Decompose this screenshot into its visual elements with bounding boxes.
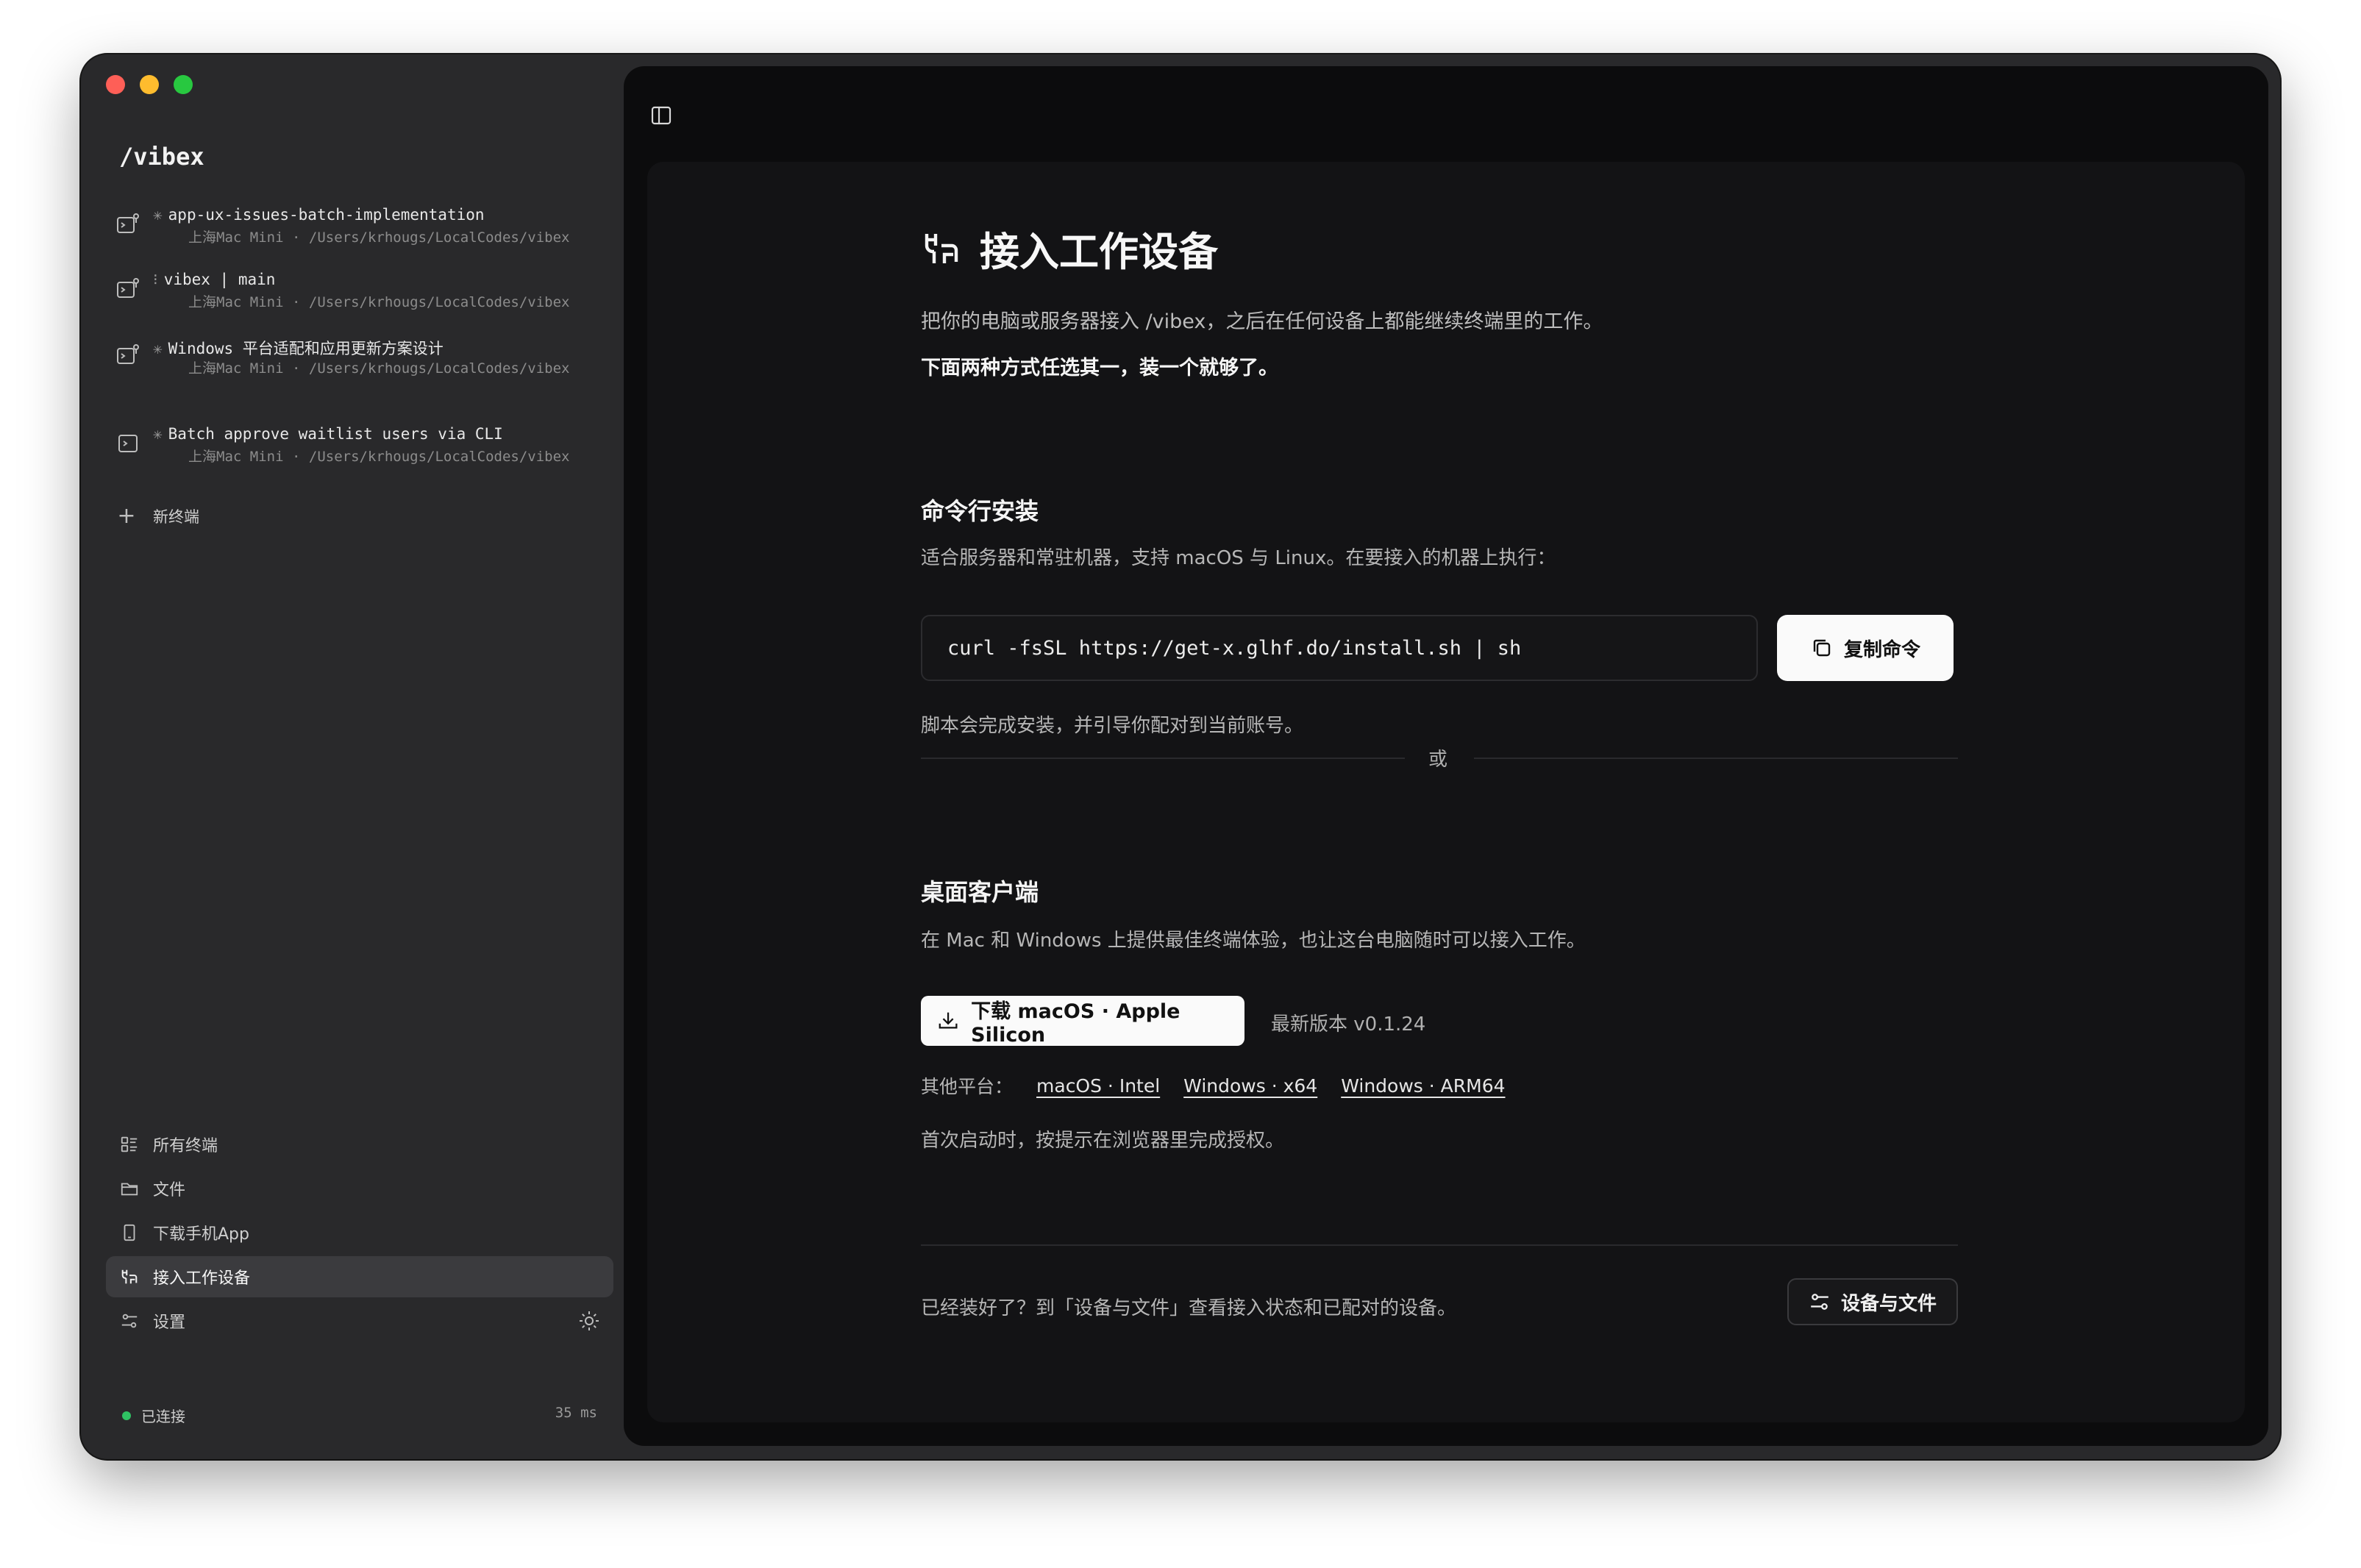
new-terminal-button[interactable]: + 新终端 <box>116 503 199 529</box>
nav-connect-device[interactable]: 接入工作设备 <box>106 1256 613 1297</box>
page-title-text: 接入工作设备 <box>980 229 1218 275</box>
download-macos-button[interactable]: 下载 macOS · Apple Silicon <box>921 996 1244 1047</box>
terminal-branch-icon <box>117 278 139 298</box>
platform-link-windows-arm64[interactable]: Windows · ARM64 <box>1341 1075 1505 1097</box>
session-host: 上海Mac Mini <box>188 449 284 465</box>
nav-label: 接入工作设备 <box>153 1269 251 1288</box>
session-title: Windows 平台适配和应用更新方案设计 <box>168 340 444 357</box>
download-macos-label: 下载 macOS · Apple Silicon <box>971 1000 1180 1047</box>
cli-section-desc: 适合服务器和常驻机器，支持 macOS 与 Linux。在要接入的机器上执行： <box>921 547 1556 569</box>
sidebar-toggle-icon[interactable] <box>650 104 672 126</box>
session-host: 上海Mac Mini <box>188 360 284 377</box>
theme-toggle-sun-icon[interactable] <box>578 1310 600 1332</box>
phone-icon <box>119 1222 140 1243</box>
list-icon <box>119 1134 140 1155</box>
session-status-mark: ⁝ <box>153 271 158 288</box>
meta-separator: · <box>291 294 301 310</box>
connect-device-icon <box>925 233 958 263</box>
session-title: vibex | main <box>163 271 276 288</box>
platform-link-macos-intel[interactable]: macOS · Intel <box>1036 1075 1160 1097</box>
session-title: Batch approve waitlist users via CLI <box>168 425 503 443</box>
app-brand: /vibex <box>119 143 204 171</box>
nav-label: 文件 <box>153 1181 186 1200</box>
nav-files[interactable]: 文件 <box>106 1168 613 1209</box>
session-path: /Users/krhougs/LocalCodes/vibex <box>308 360 570 377</box>
session-status-mark: ✳ <box>153 425 163 443</box>
footer-divider <box>921 1244 1958 1246</box>
page-lead: 把你的电脑或服务器接入 /vibex，之后在任何设备上都能继续终端里的工作。 <box>921 310 1603 333</box>
install-command-box[interactable]: curl -fsSL https://get-x.glhf.do/install… <box>921 615 1758 681</box>
cli-section-title: 命令行安装 <box>921 497 1039 525</box>
session-host: 上海Mac Mini <box>188 294 284 310</box>
terminal-branch-icon <box>117 213 139 233</box>
status-dot <box>122 1411 131 1420</box>
connect-device-icon <box>119 1266 140 1287</box>
devices-files-label: 设备与文件 <box>1840 1292 1937 1315</box>
nav-all-terminals[interactable]: 所有终端 <box>106 1124 613 1165</box>
terminal-icon <box>118 435 138 452</box>
or-divider: 或 <box>921 743 1958 772</box>
session-path: /Users/krhougs/LocalCodes/vibex <box>308 229 570 246</box>
copy-command-button[interactable]: 复制命令 <box>1777 615 1954 681</box>
terminal-branch-icon <box>117 344 139 364</box>
latency-readout: 35 ms <box>555 1405 597 1421</box>
status-label: 已连接 <box>141 1408 185 1425</box>
settings-sliders-icon <box>119 1311 140 1331</box>
desktop-note: 首次启动时，按提示在浏览器里完成授权。 <box>921 1130 1285 1152</box>
download-icon <box>939 1012 958 1029</box>
session-path: /Users/krhougs/LocalCodes/vibex <box>308 449 570 465</box>
page-title: 接入工作设备 <box>921 219 1958 277</box>
settings-sliders-icon <box>1811 1294 1828 1310</box>
meta-separator: · <box>291 229 301 246</box>
platform-link-windows-x64[interactable]: Windows · x64 <box>1183 1075 1317 1097</box>
session-host: 上海Mac Mini <box>188 229 284 246</box>
desktop-section-desc: 在 Mac 和 Windows 上提供最佳终端体验，也让这台电脑随时可以接入工作… <box>921 930 1586 952</box>
sidebar: /vibex ✳ app-ux-issues-batch-implementati… <box>81 54 625 1459</box>
other-platforms: 其他平台： macOS · Intel Windows · x64 Window… <box>921 1072 1506 1099</box>
copy-icon <box>1813 639 1831 657</box>
page-lead-bold: 下面两种方式任选其一，装一个就够了。 <box>921 357 1278 379</box>
session-status-mark: ✳ <box>153 340 163 357</box>
session-path: /Users/krhougs/LocalCodes/vibex <box>308 294 570 310</box>
divider-line <box>1474 758 1958 759</box>
devices-files-button[interactable]: 设备与文件 <box>1787 1278 1958 1325</box>
meta-separator: · <box>291 360 301 377</box>
nav-settings[interactable]: 设置 <box>106 1300 613 1341</box>
nav-label: 设置 <box>153 1314 186 1332</box>
nav-label: 所有终端 <box>153 1137 218 1155</box>
connection-status: 已连接 <box>122 1405 185 1426</box>
main-area: 接入工作设备 把你的电脑或服务器接入 /vibex，之后在任何设备上都能继续终端… <box>624 66 2268 1446</box>
desktop-section-title: 桌面客户端 <box>921 878 1039 906</box>
other-platforms-label: 其他平台： <box>921 1076 1014 1097</box>
nav-download-mobile[interactable]: 下载手机App <box>106 1212 613 1253</box>
latest-version: 最新版本 v0.1.24 <box>1271 1013 1426 1036</box>
cli-note: 脚本会完成安装，并引导你配对到当前账号。 <box>921 715 1304 737</box>
session-status-mark: ✳ <box>153 206 163 224</box>
session-title: app-ux-issues-batch-implementation <box>168 206 485 224</box>
folder-icon <box>119 1178 140 1199</box>
new-terminal-label: 新终端 <box>153 507 199 526</box>
plus-icon: + <box>117 503 136 529</box>
install-command: curl -fsSL https://get-x.glhf.do/install… <box>947 636 1522 660</box>
footer-text: 已经装好了？到「设备与文件」查看接入状态和已配对的设备。 <box>921 1297 1457 1319</box>
app-window: /vibex ✳ app-ux-issues-batch-implementati… <box>81 54 2280 1459</box>
content-card: 接入工作设备 把你的电脑或服务器接入 /vibex，之后在任何设备上都能继续终端… <box>647 162 2245 1422</box>
meta-separator: · <box>291 449 301 465</box>
connect-device-page: 接入工作设备 把你的电脑或服务器接入 /vibex，之后在任何设备上都能继续终端… <box>921 219 1958 1325</box>
or-label: 或 <box>1428 749 1448 771</box>
copy-command-label: 复制命令 <box>1843 638 1920 661</box>
nav-label: 下载手机App <box>153 1225 249 1244</box>
divider-line <box>921 758 1405 759</box>
